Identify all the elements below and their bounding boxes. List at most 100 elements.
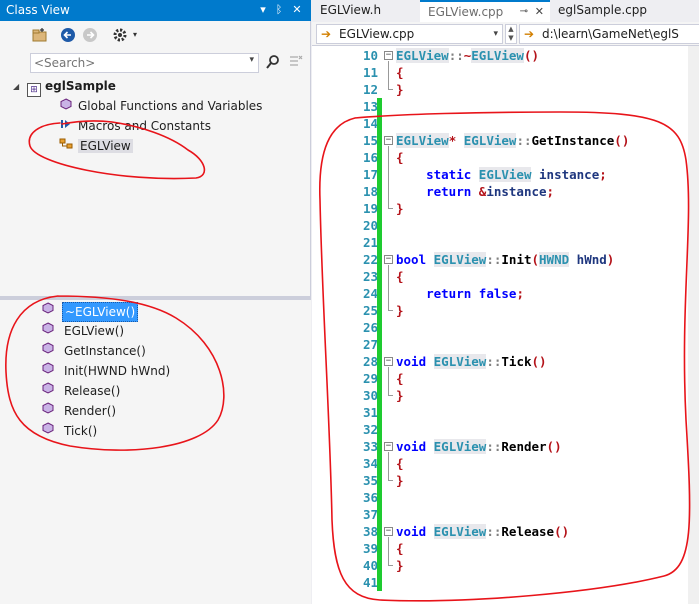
clear-search-icon[interactable] [288, 54, 304, 72]
code-line[interactable]: EGLView* EGLView::GetInstance() [396, 132, 629, 149]
close-icon[interactable]: ✕ [290, 2, 304, 18]
class-view-toolbar: ▾ [0, 22, 311, 48]
pin-icon[interactable]: ⊸ [520, 2, 528, 22]
code-line[interactable]: void EGLView::Render() [396, 438, 562, 455]
code-line[interactable]: return false; [396, 285, 524, 302]
collapse-icon[interactable]: − [384, 136, 393, 145]
line-number: 19 [362, 201, 378, 216]
line-number: 27 [362, 337, 378, 352]
line-number: 14 [362, 116, 378, 131]
method-icon [40, 402, 56, 420]
code-line[interactable]: { [396, 64, 404, 81]
member-label: Tick() [64, 424, 98, 438]
forward-icon[interactable] [82, 27, 98, 43]
code-line[interactable]: { [396, 455, 404, 472]
line-number: 20 [362, 218, 378, 233]
tree-item-label: Macros and Constants [78, 119, 211, 133]
settings-dropdown-icon[interactable]: ▾ [133, 27, 137, 43]
code-line[interactable]: static EGLView instance; [396, 166, 607, 183]
code-line[interactable]: { [396, 149, 404, 166]
tab-eglview-h[interactable]: EGLView.h [312, 0, 420, 22]
vertical-scrollbar[interactable] [688, 46, 699, 604]
line-number: 11 [362, 65, 378, 80]
collapse-icon[interactable]: − [384, 442, 393, 451]
fold-guide-end [388, 89, 393, 90]
fold-guide-end [388, 480, 393, 481]
settings-icon[interactable]: ▾ [112, 27, 142, 43]
code-line[interactable]: void EGLView::Tick() [396, 353, 547, 370]
method-icon [40, 422, 56, 440]
tree-item-project[interactable]: ⊞ eglSample [27, 77, 116, 97]
search-box[interactable]: ▾ [30, 53, 259, 73]
line-number: 32 [362, 422, 378, 437]
method-icon [40, 302, 56, 320]
line-number: 39 [362, 541, 378, 556]
code-line[interactable]: return &instance; [396, 183, 554, 200]
tab-eglview-cpp[interactable]: EGLView.cpp ⊸ ✕ [420, 0, 550, 22]
arrow-right-icon: ➔ [524, 27, 535, 41]
search-icon[interactable] [265, 54, 281, 72]
code-line[interactable]: } [396, 387, 404, 404]
class-icon [58, 137, 74, 155]
code-line[interactable]: { [396, 370, 404, 387]
macros-icon [58, 117, 74, 135]
code-line[interactable]: EGLView::~EGLView() [396, 47, 539, 64]
line-number: 24 [362, 286, 378, 301]
line-number: 17 [362, 167, 378, 182]
file-scope-dropdown[interactable]: ➔ EGLView.cpp ▾ [316, 24, 503, 44]
code-line[interactable]: void EGLView::Release() [396, 523, 569, 540]
fold-guide [388, 61, 389, 89]
code-line[interactable]: { [396, 540, 404, 557]
member-label: EGLView() [64, 324, 125, 338]
line-number: 16 [362, 150, 378, 165]
tree-item-global-functions[interactable]: Global Functions and Variables [58, 97, 262, 115]
tree-item-label: Global Functions and Variables [78, 99, 263, 113]
line-number: 21 [362, 235, 378, 250]
class-view-title-bar: Class View ▾ ᛒ ✕ [0, 0, 311, 21]
code-line[interactable]: } [396, 302, 404, 319]
line-number: 38 [362, 524, 378, 539]
tab-label: EGLView.h [320, 3, 382, 17]
collapse-icon[interactable]: − [384, 51, 393, 60]
code-line[interactable]: { [396, 268, 404, 285]
code-line[interactable]: } [396, 557, 404, 574]
collapse-icon[interactable]: − [384, 255, 393, 264]
member-scope-dropdown[interactable]: ➔ d:\learn\GameNet\eglS [519, 24, 699, 44]
close-icon[interactable]: ✕ [535, 2, 544, 22]
line-number: 36 [362, 490, 378, 505]
method-icon [40, 362, 56, 380]
fold-guide-end [388, 310, 393, 311]
line-number: 18 [362, 184, 378, 199]
tree-expander-icon[interactable]: ◢ [13, 80, 23, 94]
line-number: 29 [362, 371, 378, 386]
tree-item-eglview[interactable]: EGLView [58, 137, 133, 155]
collapse-icon[interactable]: − [384, 527, 393, 536]
tree-item-macros[interactable]: Macros and Constants [58, 117, 211, 135]
fold-guide [388, 452, 389, 480]
fold-guide-end [388, 395, 393, 396]
pin-icon[interactable]: ᛒ [272, 2, 286, 18]
line-number: 15 [362, 133, 378, 148]
search-input[interactable] [34, 55, 234, 71]
fold-guide-end [388, 208, 393, 209]
code-line[interactable]: } [396, 200, 404, 217]
collapse-icon[interactable]: − [384, 357, 393, 366]
line-number: 12 [362, 82, 378, 97]
tab-eglsample-cpp[interactable]: eglSample.cpp [550, 0, 699, 22]
window-position-dropdown-icon[interactable]: ▾ [256, 2, 270, 18]
tab-label: EGLView.cpp [428, 5, 504, 19]
new-folder-icon[interactable] [32, 27, 48, 43]
line-number: 26 [362, 320, 378, 335]
code-line[interactable]: } [396, 472, 404, 489]
line-number: 31 [362, 405, 378, 420]
search-dropdown-icon[interactable]: ▾ [249, 55, 254, 65]
code-line[interactable]: } [396, 81, 404, 98]
change-tracking-bar [377, 98, 382, 591]
back-icon[interactable] [60, 27, 76, 43]
line-number: 34 [362, 456, 378, 471]
split-window-button[interactable]: ▲ ▼ [505, 24, 517, 44]
line-number: 28 [362, 354, 378, 369]
line-number: 25 [362, 303, 378, 318]
fold-guide [388, 367, 389, 395]
code-line[interactable]: bool EGLView::Init(HWND hWnd) [396, 251, 614, 268]
